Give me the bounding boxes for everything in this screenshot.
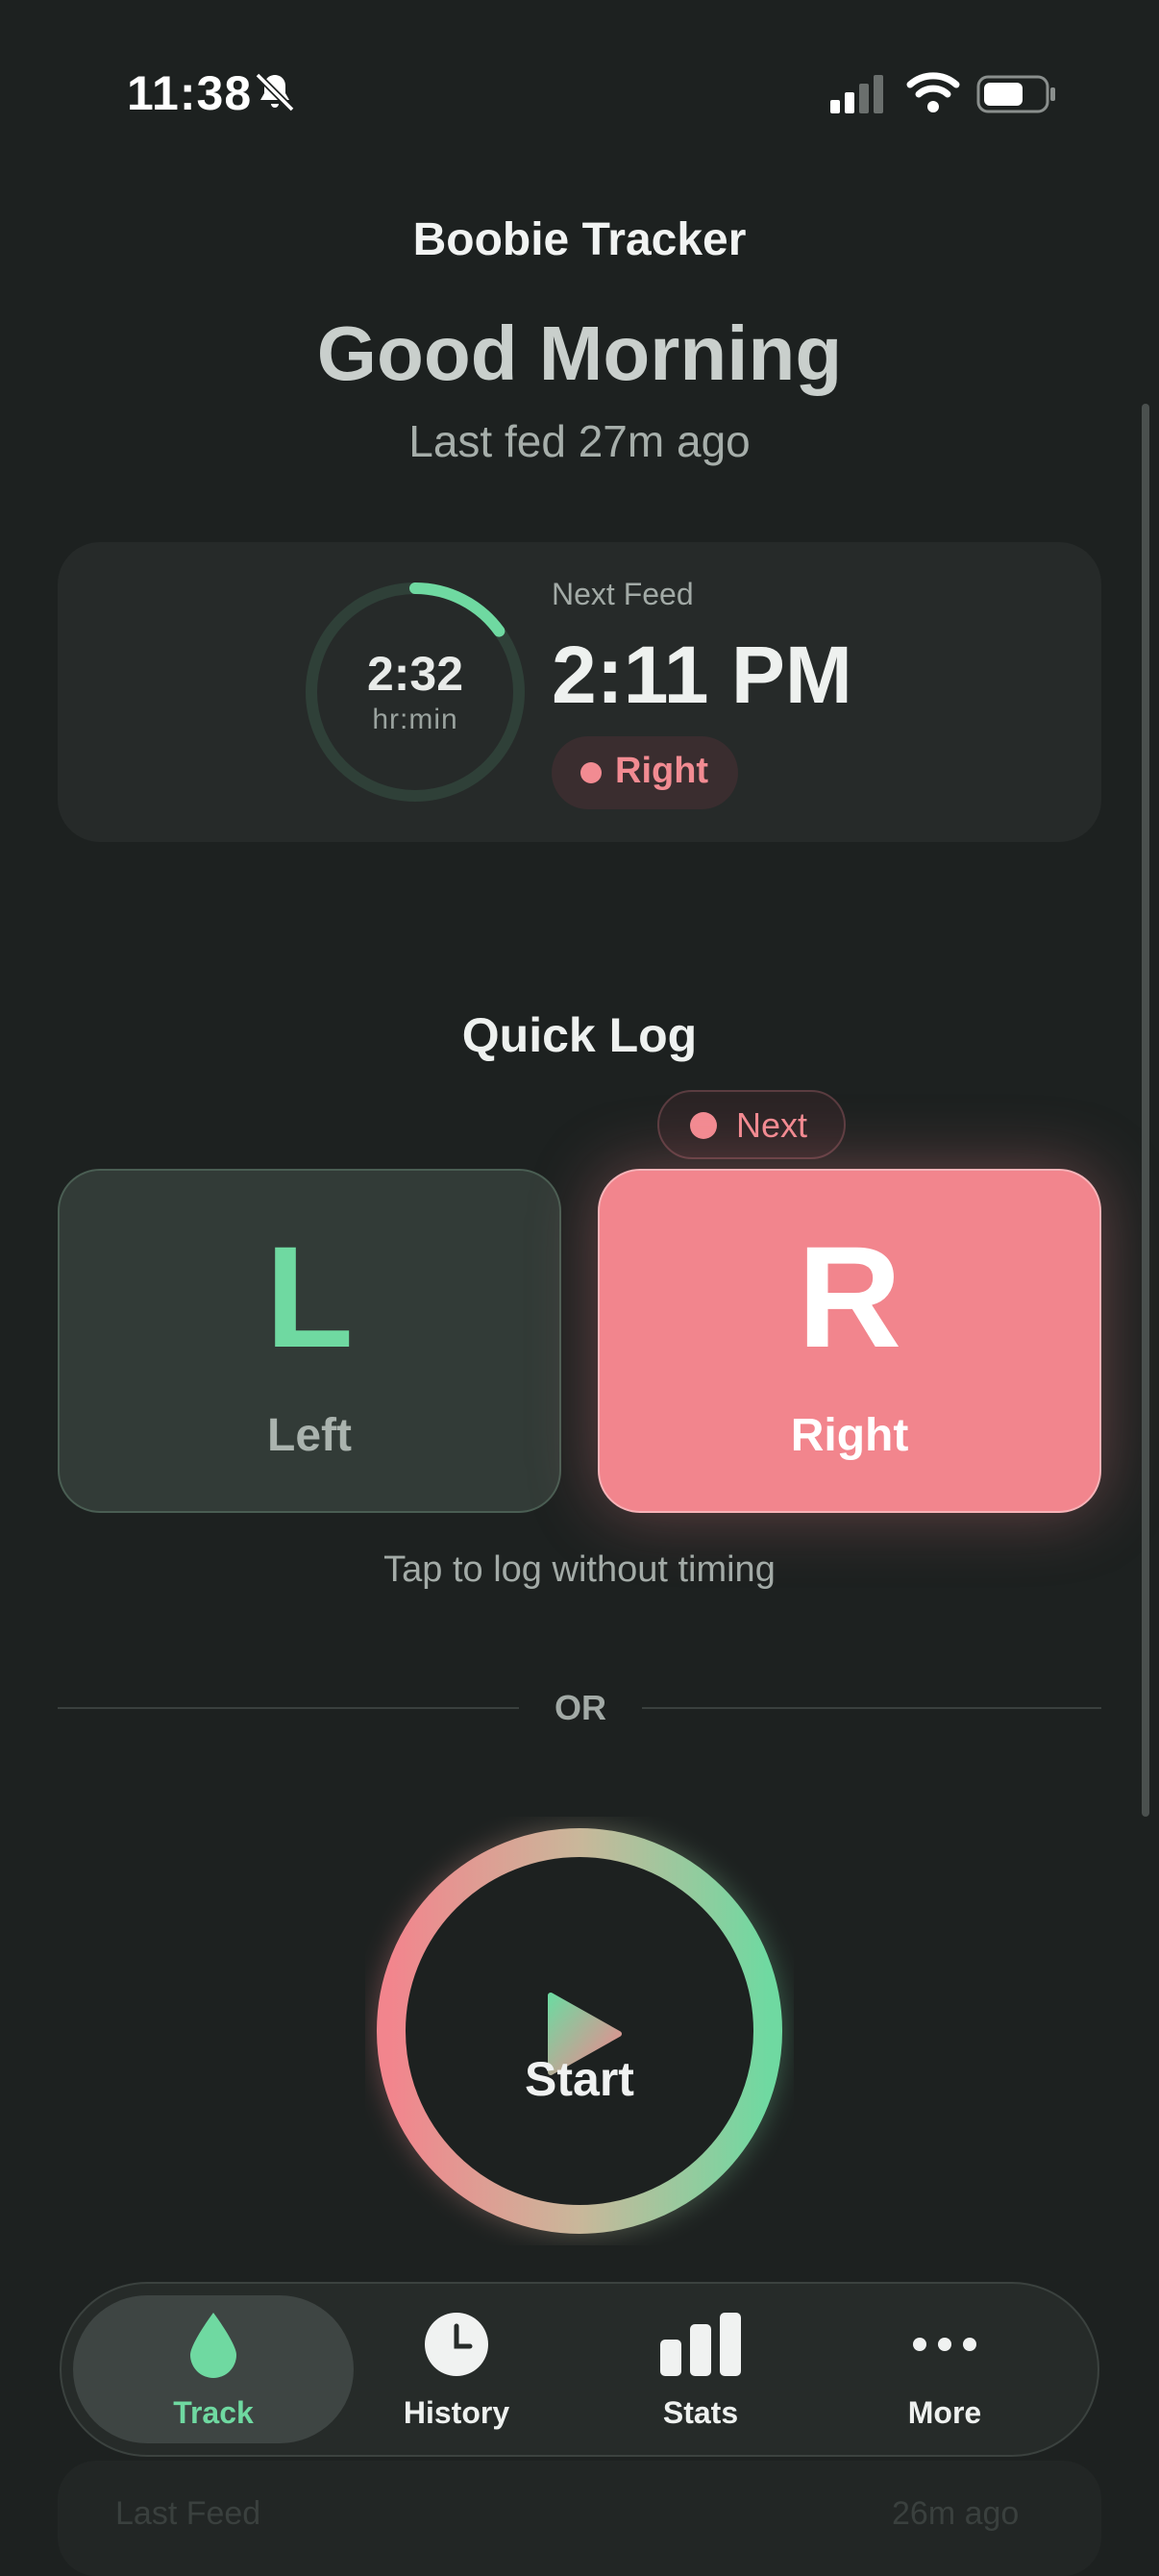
- bell-muted-icon: [252, 69, 298, 120]
- next-feed-time: 2:11 PM: [552, 630, 852, 720]
- nav-more-label[interactable]: More: [825, 2395, 1065, 2431]
- status-time: 11:38: [127, 66, 253, 120]
- nav-track-label[interactable]: Track: [93, 2395, 333, 2431]
- start-label: Start: [525, 2052, 634, 2106]
- last-feed-peek-label: Last Feed: [115, 2495, 261, 2532]
- scrollbar[interactable]: [1142, 404, 1149, 1817]
- last-fed-text: Last fed 27m ago: [408, 416, 751, 466]
- divider-line-right: [642, 1707, 1101, 1709]
- countdown-value: 2:32: [366, 647, 464, 701]
- or-divider-text: OR: [555, 1688, 606, 1727]
- next-indicator-label: Next: [736, 1105, 808, 1145]
- next-dot-icon: [690, 1112, 717, 1139]
- next-feed-label: Next Feed: [552, 577, 694, 611]
- app-title: Boobie Tracker: [412, 214, 747, 265]
- battery-icon: [976, 75, 1057, 118]
- countdown-unit: hr:min: [372, 704, 458, 735]
- wifi-icon: [906, 71, 960, 118]
- left-label: Left: [267, 1410, 352, 1461]
- divider-line-left: [58, 1707, 519, 1709]
- quick-log-title: Quick Log: [461, 1008, 698, 1062]
- last-feed-peek-value: 26m ago: [892, 2495, 1020, 2532]
- cellular-signal-icon: [830, 75, 888, 118]
- drop-icon[interactable]: [93, 2311, 333, 2383]
- next-side-label: Right: [615, 751, 709, 791]
- clock-icon[interactable]: [336, 2311, 577, 2383]
- start-button[interactable]: [365, 1817, 794, 2250]
- nav-stats-label[interactable]: Stats: [580, 2395, 821, 2431]
- quick-log-left-button[interactable]: L Left: [58, 1169, 561, 1513]
- greeting: Good Morning: [316, 310, 843, 396]
- quick-log-hint: Tap to log without timing: [383, 1549, 776, 1590]
- bar-chart-icon[interactable]: [580, 2311, 821, 2383]
- quick-log-right-button[interactable]: R Right: [598, 1169, 1101, 1513]
- right-letter: R: [797, 1216, 902, 1377]
- left-letter: L: [265, 1216, 354, 1377]
- nav-history-label[interactable]: History: [336, 2395, 577, 2431]
- right-label: Right: [790, 1410, 909, 1461]
- side-dot-icon: [580, 762, 602, 783]
- more-dots-icon[interactable]: [825, 2311, 1065, 2383]
